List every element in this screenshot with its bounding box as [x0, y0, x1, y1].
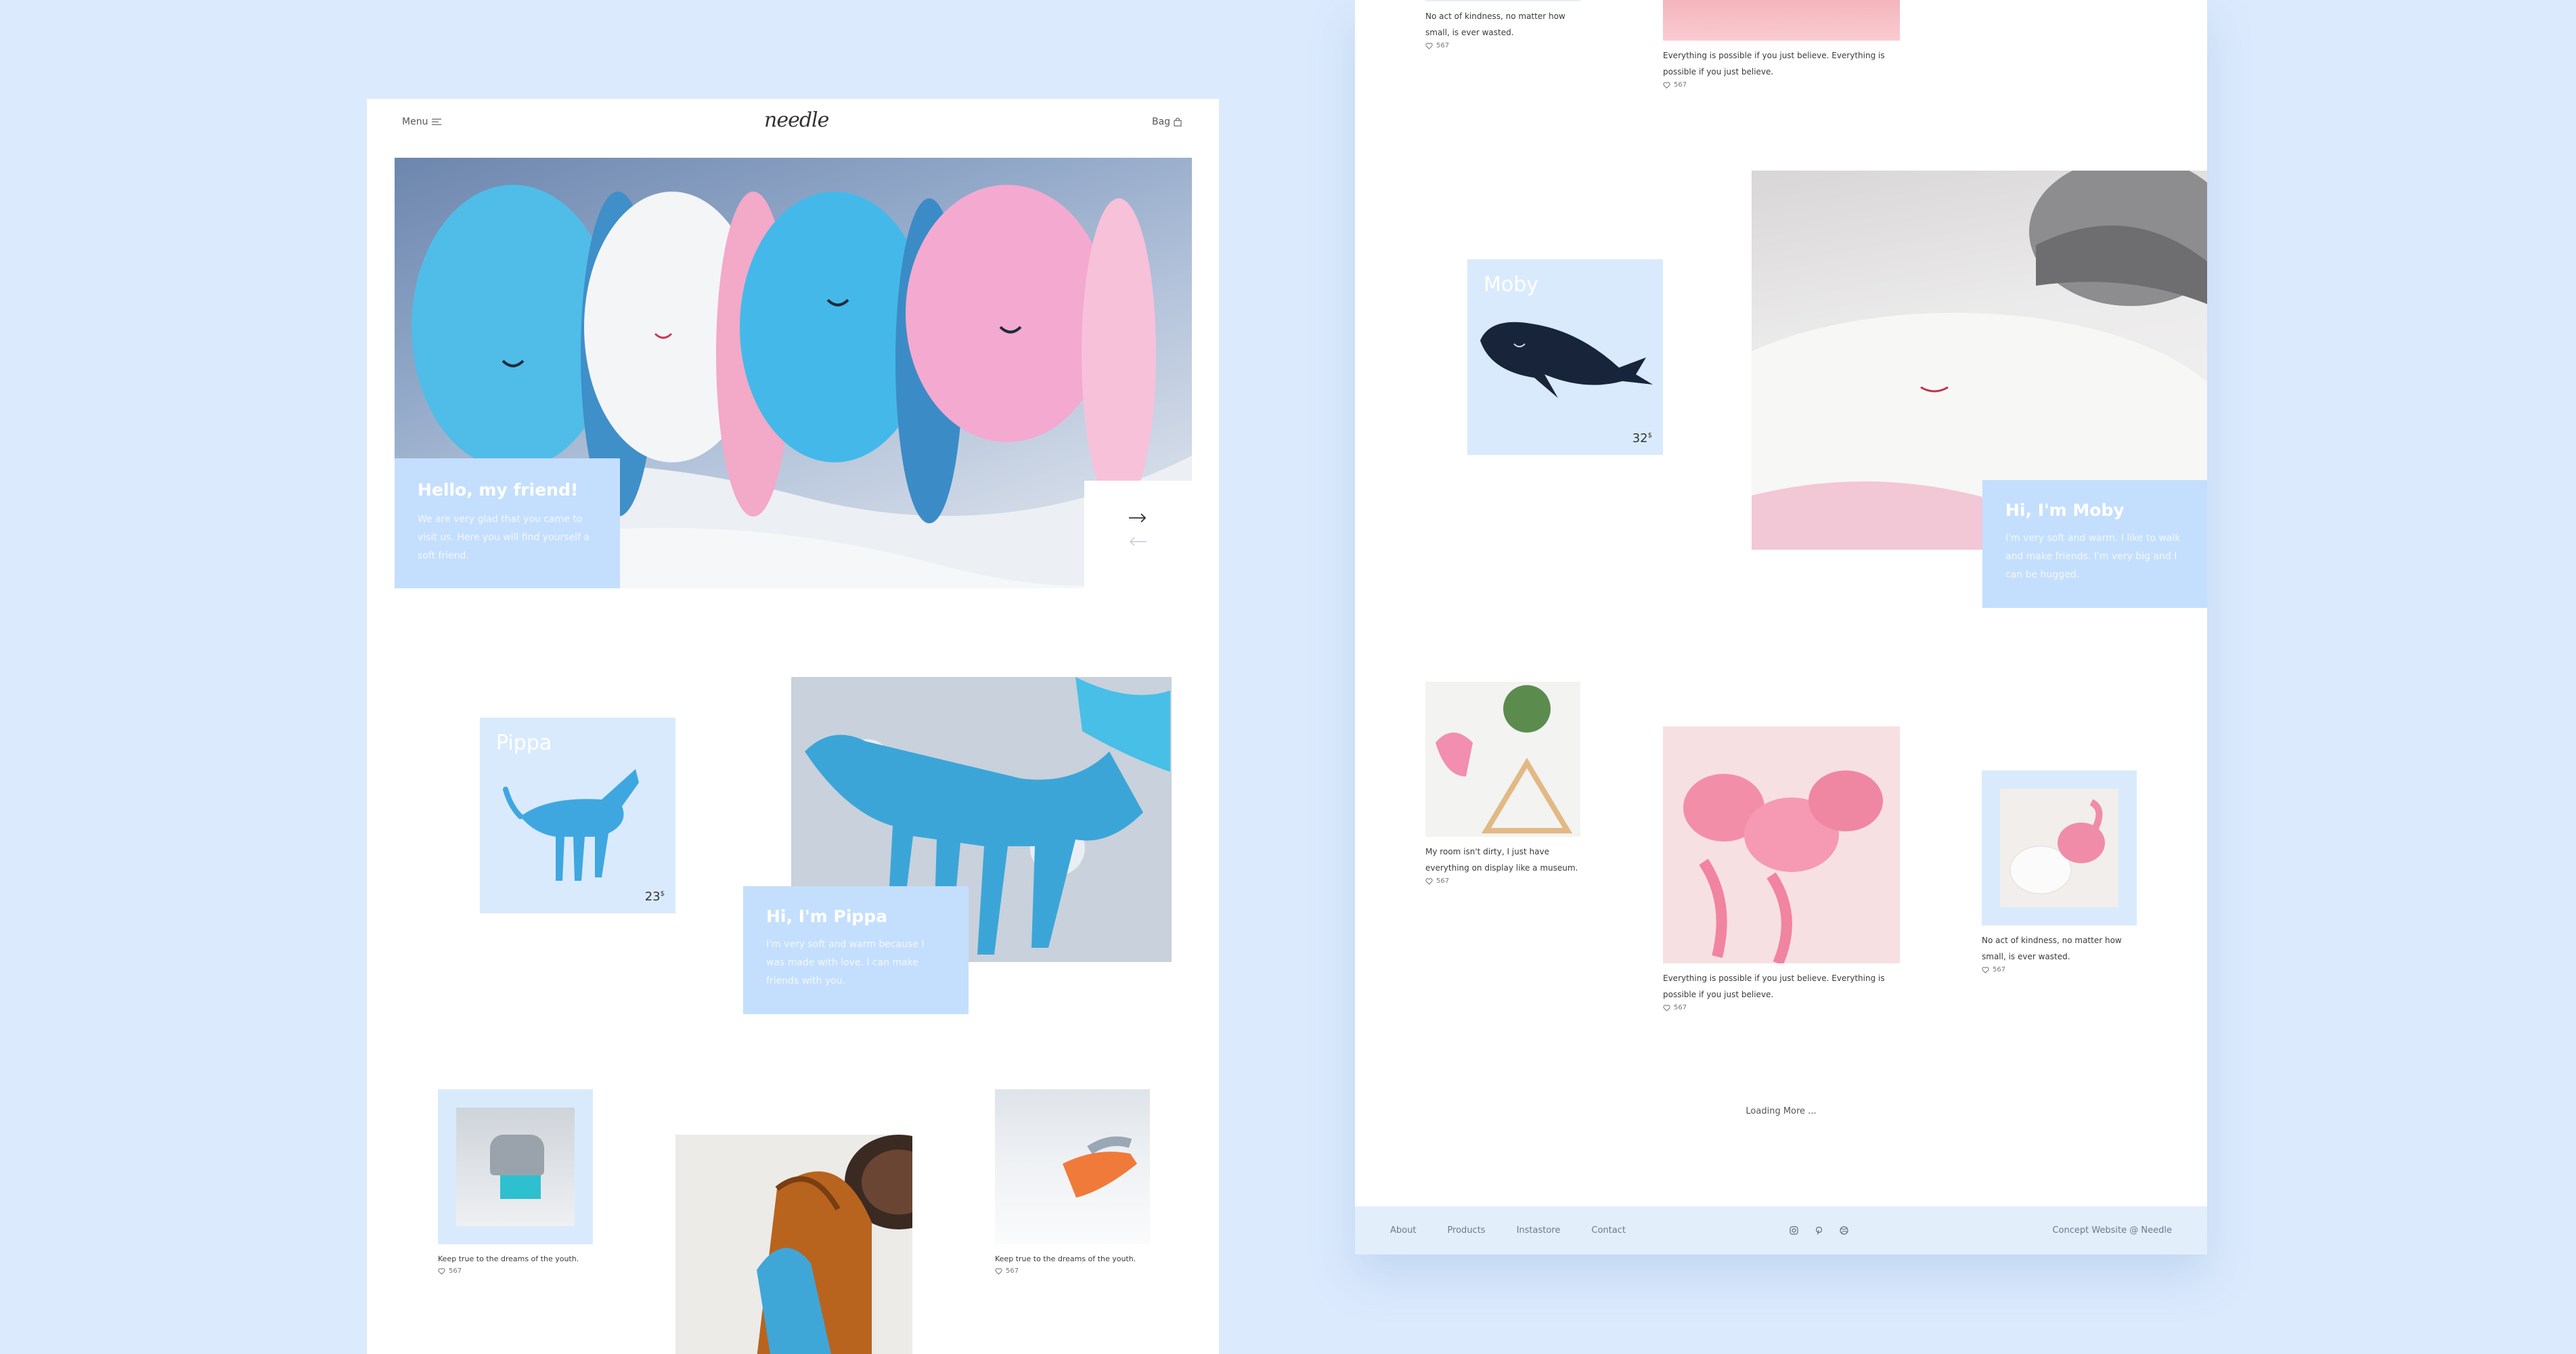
product-card-moby[interactable]: Moby 32$ — [1467, 259, 1663, 455]
bag-button[interactable]: Bag — [1152, 116, 1182, 127]
social-links — [1790, 1226, 1848, 1235]
loading-more[interactable]: Loading More ... — [1355, 1106, 2207, 1116]
post-card[interactable]: My room isn't dirty, I just have everyth… — [1425, 682, 1588, 885]
heart-icon — [1982, 966, 1989, 974]
pippa-heading: Hi, I'm Pippa — [766, 907, 887, 926]
footer-nav: About Products Instastore Contact — [1390, 1225, 1626, 1236]
post-photo — [1663, 0, 1900, 41]
moby-text: I'm very soft and warm. I like to walk a… — [2005, 533, 2181, 580]
heart-icon — [438, 1267, 445, 1275]
products-page: No act of kindness, no matter how small,… — [1355, 0, 2207, 1254]
post-photo — [2000, 789, 2118, 907]
menu-button[interactable]: Menu — [402, 116, 442, 127]
post-caption: Keep true to the dreams of the youth. — [995, 1254, 1136, 1263]
footer-credit: Concept Website @ Needle — [2052, 1225, 2172, 1236]
hero-heading: Hello, my friend! — [418, 480, 579, 500]
heart-icon — [995, 1267, 1002, 1275]
moby-intro-card: Hi, I'm Moby I'm very soft and warm. I l… — [1982, 480, 2207, 608]
bag-icon — [1174, 117, 1182, 127]
pippa-toy-image — [503, 769, 639, 881]
prev-arrow-icon[interactable] — [1129, 536, 1147, 549]
bag-label: Bag — [1152, 116, 1171, 127]
post-caption: No act of kindness, no matter how small,… — [1982, 936, 2122, 961]
post-card[interactable]: Keep true to the dreams of the youth. 56… — [995, 1089, 1171, 1275]
footer-link-products[interactable]: Products — [1447, 1225, 1485, 1236]
product-card-pippa[interactable]: Pippa 23$ — [480, 718, 675, 913]
moby-heading: Hi, I'm Moby — [2005, 500, 2125, 520]
post-photo — [1425, 682, 1580, 837]
post-likes[interactable]: 567 — [1425, 42, 1581, 49]
post-caption: No act of kindness, no matter how small,… — [1425, 12, 1565, 37]
product-price: 23$ — [644, 890, 665, 904]
post-card[interactable]: Keep true to the dreams of the youth. 56… — [438, 1089, 661, 1275]
home-page: Menu needle Bag Hello, my friend! We are… — [367, 99, 1219, 1354]
next-arrow-icon[interactable] — [1129, 512, 1147, 525]
post-likes[interactable]: 567 — [1425, 877, 1588, 885]
post-likes[interactable]: 567 — [1982, 966, 2144, 974]
footer-link-about[interactable]: About — [1390, 1225, 1416, 1236]
hamburger-icon — [432, 118, 442, 125]
product-name: Moby — [1484, 273, 1539, 297]
post-caption: Everything is possible if you just belie… — [1663, 974, 1885, 999]
moby-toy-image — [1480, 322, 1653, 398]
post-card[interactable]: Everything is possible if you just belie… — [1663, 726, 1907, 1011]
footer: About Products Instastore Contact Concep… — [1355, 1206, 2207, 1254]
pippa-intro-card: Hi, I'm Pippa I'm very soft and warm bec… — [743, 886, 969, 1014]
product-price: 32$ — [1632, 431, 1652, 445]
footer-link-instastore[interactable]: Instastore — [1517, 1225, 1561, 1236]
post-card[interactable]: Everything is possible if you just belie… — [1663, 0, 1907, 89]
post-image-frame — [1982, 770, 2137, 925]
instagram-icon[interactable] — [1790, 1226, 1798, 1235]
heart-icon — [1425, 42, 1433, 49]
hero-text: We are very glad that you came to visit … — [418, 514, 590, 561]
dribbble-icon[interactable] — [1840, 1226, 1848, 1235]
post-likes[interactable]: 567 — [995, 1267, 1171, 1275]
hero-welcome-card: Hello, my friend! We are very glad that … — [395, 458, 620, 588]
post-likes[interactable]: 567 — [438, 1267, 661, 1275]
post-photo — [1663, 726, 1900, 963]
post-likes[interactable]: 567 — [1663, 81, 1907, 89]
post-image-frame — [438, 1089, 593, 1244]
bag-photo — [675, 1135, 912, 1354]
footer-link-contact[interactable]: Contact — [1591, 1225, 1626, 1236]
pippa-text: I'm very soft and warm because I was mad… — [766, 939, 925, 986]
heart-icon — [1663, 1004, 1670, 1011]
logo[interactable]: needle — [764, 108, 829, 132]
pinterest-icon[interactable] — [1815, 1226, 1823, 1235]
post-card[interactable]: No act of kindness, no matter how small,… — [1425, 0, 1581, 49]
post-likes[interactable]: 567 — [1663, 1004, 1907, 1011]
post-caption: Everything is possible if you just belie… — [1663, 51, 1885, 77]
hero-nav — [1084, 481, 1192, 588]
post-caption: Keep true to the dreams of the youth. — [438, 1254, 579, 1263]
heart-icon — [1425, 877, 1433, 885]
menu-label: Menu — [402, 116, 428, 127]
post-caption: My room isn't dirty, I just have everyth… — [1425, 847, 1578, 873]
post-photo — [995, 1089, 1150, 1244]
post-card[interactable]: No act of kindness, no matter how small,… — [1982, 770, 2144, 974]
post-photo — [456, 1108, 575, 1226]
heart-icon — [1663, 81, 1670, 89]
